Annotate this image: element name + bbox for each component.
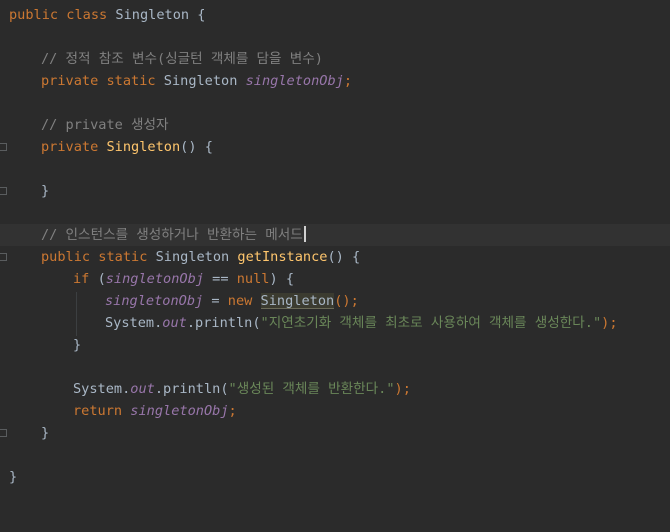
code-line[interactable]: }: [0, 466, 670, 488]
params: );: [601, 315, 618, 331]
brace: }: [41, 183, 50, 199]
keyword: return: [73, 403, 131, 419]
code-line[interactable]: System.out.println("생성된 객체를 반환한다.");: [0, 378, 670, 400]
brace: }: [73, 337, 82, 353]
keyword: new: [227, 293, 261, 309]
brace: ) {: [269, 271, 295, 287]
code-line[interactable]: System.out.println("지연초기화 객체를 최초로 사용하여 객…: [0, 312, 670, 334]
semicolon: ;: [228, 403, 237, 419]
keyword: public class: [9, 7, 116, 23]
keyword: public static: [41, 249, 156, 265]
comment: // private 생성자: [41, 117, 169, 133]
params: );: [394, 381, 411, 397]
keyword: private static: [41, 73, 164, 89]
code-line[interactable]: private Singleton() {: [0, 136, 670, 158]
semicolon: ;: [343, 73, 353, 89]
code-line[interactable]: }: [0, 180, 670, 202]
method-name: getInstance: [237, 249, 328, 265]
field-name: singletonObj: [105, 271, 204, 287]
keyword: null: [236, 271, 270, 287]
params: () {: [180, 139, 213, 155]
comment: // 인스턴스를 생성하거나 반환하는 메서드: [41, 227, 303, 243]
brace: }: [41, 425, 50, 441]
code-line[interactable]: private static Singleton singletonObj;: [0, 70, 670, 92]
operator: ==: [203, 271, 237, 287]
code-line[interactable]: return singletonObj;: [0, 400, 670, 422]
static-field: out: [162, 315, 187, 331]
code-editor[interactable]: public class Singleton { // 정적 참조 변수(싱글턴…: [0, 0, 670, 498]
brace: {: [189, 7, 206, 23]
type-name: Singleton: [163, 73, 246, 89]
string-literal: "지연초기화 객체를 최초로 사용하여 객체를 생성한다.": [260, 315, 602, 331]
code-line[interactable]: // 정적 참조 변수(싱글턴 객체를 담을 변수): [0, 48, 670, 70]
code-line[interactable]: }: [0, 422, 670, 444]
field-name: singletonObj: [105, 293, 204, 309]
class-ref: System.: [73, 381, 131, 397]
static-field: out: [130, 381, 155, 397]
code-line[interactable]: public class Singleton {: [0, 4, 670, 26]
code-line[interactable]: singletonObj = new Singleton();: [0, 290, 670, 312]
method-call: .println(: [186, 315, 261, 331]
params: ();: [334, 293, 359, 309]
field-name: singletonObj: [245, 73, 344, 89]
code-line[interactable]: }: [0, 334, 670, 356]
class-name: Singleton: [115, 7, 190, 23]
keyword: private: [41, 139, 107, 155]
code-line[interactable]: public static Singleton getInstance() {: [0, 246, 670, 268]
class-ref: System.: [105, 315, 163, 331]
code-line[interactable]: if (singletonObj == null) {: [0, 268, 670, 290]
field-name: singletonObj: [130, 403, 229, 419]
paren: (: [97, 271, 106, 287]
code-line[interactable]: // private 생성자: [0, 114, 670, 136]
code-line-current[interactable]: // 인스턴스를 생성하거나 반환하는 메서드: [0, 224, 670, 246]
params: () {: [327, 249, 361, 265]
highlighted-class-name: Singleton: [260, 293, 335, 309]
type-name: Singleton: [155, 249, 238, 265]
comment: // 정적 참조 변수(싱글턴 객체를 담을 변수): [41, 51, 323, 67]
keyword: if: [73, 271, 98, 287]
operator: =: [203, 293, 228, 309]
text-caret: [303, 226, 306, 242]
brace: }: [9, 469, 18, 485]
constructor-name: Singleton: [106, 139, 181, 155]
string-literal: "생성된 객체를 반환한다.": [228, 381, 395, 397]
method-call: .println(: [154, 381, 229, 397]
